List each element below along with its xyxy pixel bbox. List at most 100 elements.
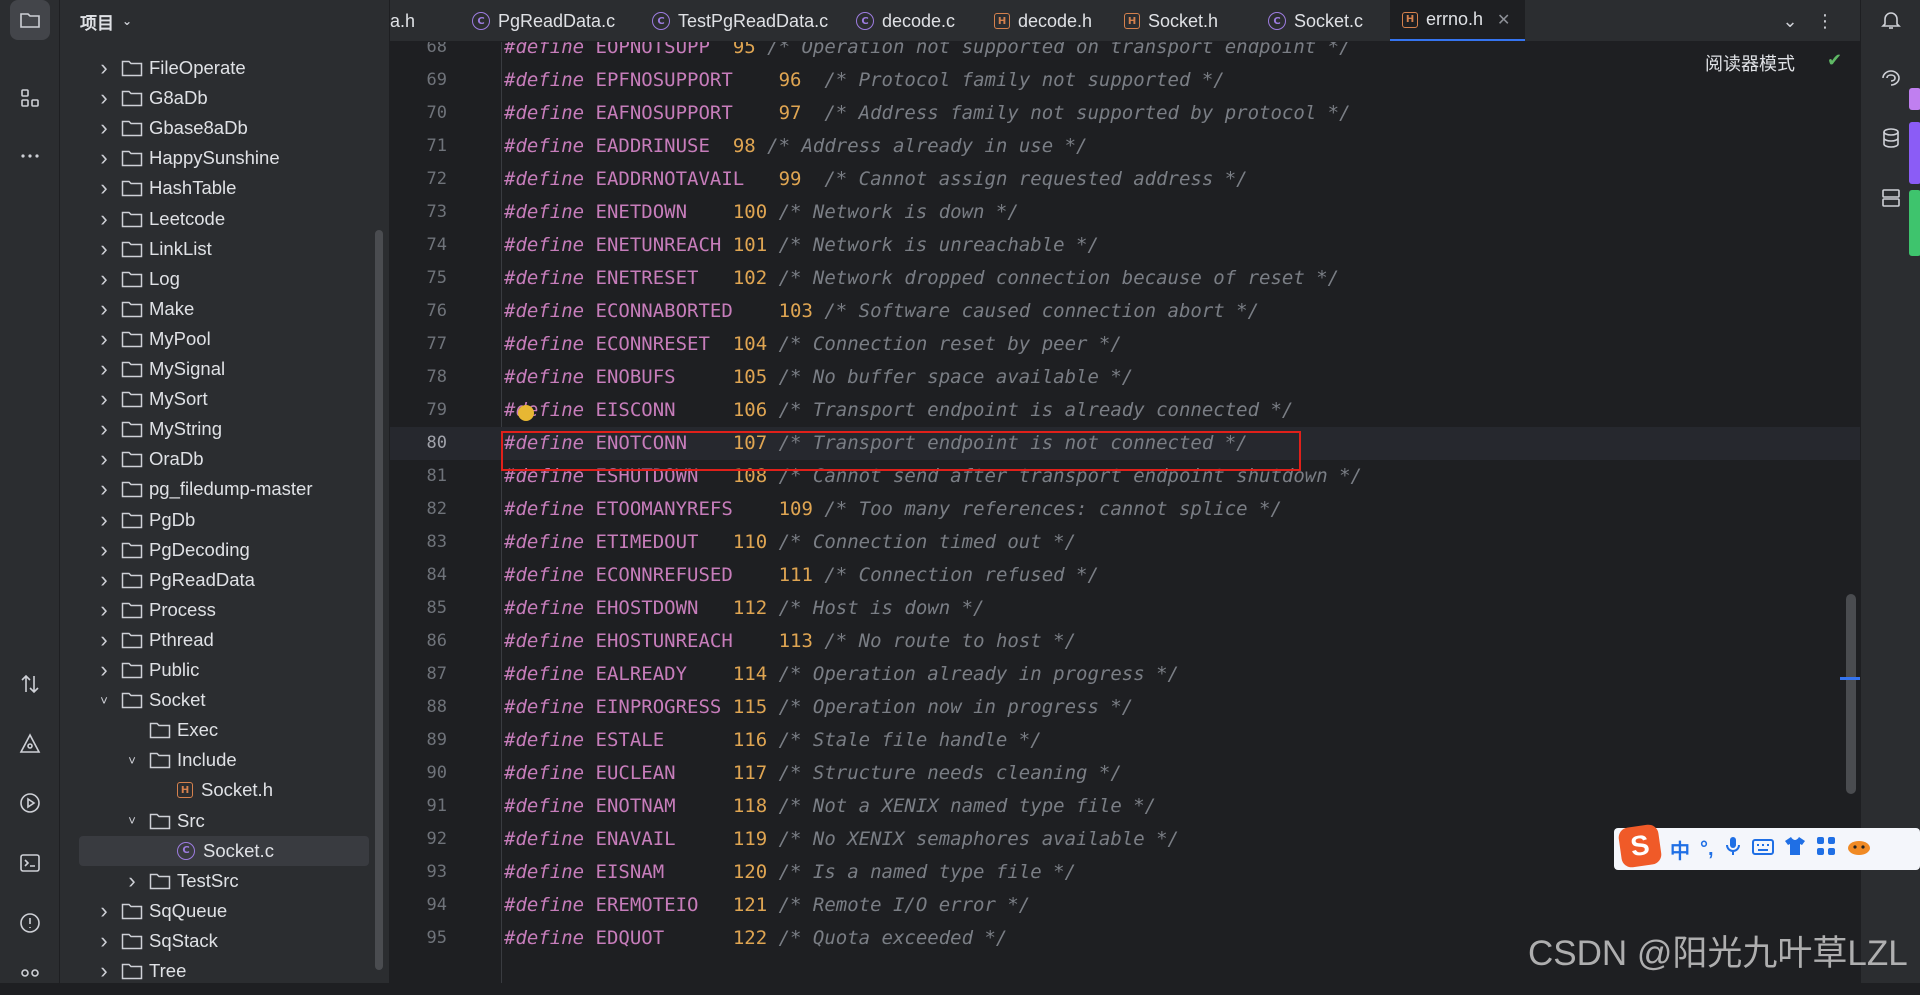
chevron-right-icon[interactable]: › (97, 296, 111, 321)
chevron-right-icon[interactable]: › (97, 115, 111, 140)
intention-bulb-icon[interactable] (518, 405, 534, 421)
code-line[interactable]: 75 #define ENETRESET 102 /* Network dropp… (390, 262, 1860, 295)
chevron-right-icon[interactable]: › (97, 145, 111, 170)
tab-list-chevron-icon[interactable]: ⌄ (1775, 6, 1805, 36)
tree-item[interactable]: H Socket.h (60, 775, 380, 805)
pet-icon[interactable] (1846, 836, 1872, 862)
code-line[interactable]: 84 #define ECONNREFUSED 111 /* Connection… (390, 559, 1860, 592)
build-icon[interactable] (10, 724, 50, 764)
tree-item[interactable]: › HappySunshine (60, 143, 380, 173)
tree-item[interactable]: ˅ Socket (60, 685, 380, 715)
code-line[interactable]: 77 #define ECONNRESET 104 /* Connection r… (390, 328, 1860, 361)
tree-item[interactable]: Exec (60, 715, 380, 745)
chevron-right-icon[interactable]: › (97, 386, 111, 411)
code-line[interactable]: 70 #define EAFNOSUPPORT 97 /* Address fam… (390, 97, 1860, 130)
chevron-right-icon[interactable]: › (97, 928, 111, 953)
tree-item[interactable]: › MyString (60, 414, 380, 444)
chevron-right-icon[interactable]: › (97, 446, 111, 471)
ai-assistant-icon[interactable] (1875, 62, 1907, 94)
code-line[interactable]: 69 #define EPFNOSUPPORT 96 /* Protocol fa… (390, 64, 1860, 97)
editor-tab[interactable]: a.h (390, 0, 460, 41)
services-icon[interactable] (10, 955, 50, 995)
project-panel-header[interactable]: 项目 ⌄ (60, 0, 389, 42)
chevron-right-icon[interactable]: › (97, 567, 111, 592)
code-line[interactable]: 74 #define ENETUNREACH 101 /* Network is … (390, 229, 1860, 262)
tree-item[interactable]: › G8aDb (60, 83, 380, 113)
code-line[interactable]: 76 #define ECONNABORTED 103 /* Software c… (390, 295, 1860, 328)
tree-item[interactable]: ˅ Include (60, 745, 380, 775)
tree-item[interactable]: › SqStack (60, 926, 380, 956)
chevron-right-icon[interactable]: › (97, 416, 111, 441)
chevron-right-icon[interactable]: › (97, 356, 111, 381)
code-line[interactable]: 91 #define ENOTNAM 118 /* Not a XENIX nam… (390, 790, 1860, 823)
tree-item[interactable]: › Process (60, 595, 380, 625)
chevron-down-icon[interactable]: ˅ (97, 693, 111, 708)
code-line[interactable]: 78 #define ENOBUFS 105 /* No buffer space… (390, 361, 1860, 394)
keyboard-icon[interactable] (1751, 838, 1774, 861)
chevron-right-icon[interactable]: › (97, 627, 111, 652)
terminal-icon[interactable] (10, 843, 50, 883)
chevron-right-icon[interactable]: › (97, 236, 111, 261)
chevron-right-icon[interactable]: › (97, 55, 111, 80)
code-line[interactable]: 87 #define EALREADY 114 /* Operation alre… (390, 658, 1860, 691)
tree-item[interactable]: › MySort (60, 384, 380, 414)
more-options-icon[interactable]: ⋮ (1810, 6, 1840, 36)
editor-tab[interactable]: Herrno.h ✕ (1390, 0, 1525, 41)
code-line[interactable]: 79 #define EISCONN 106 /* Transport endpo… (390, 394, 1860, 427)
close-tab-icon[interactable]: ✕ (1497, 10, 1510, 30)
chevron-right-icon[interactable]: › (97, 898, 111, 923)
tree-item[interactable]: › Tree (60, 956, 380, 983)
code-line[interactable]: 89 #define ESTALE 116 /* Stale file handl… (390, 724, 1860, 757)
tree-item[interactable]: › Leetcode (60, 204, 380, 234)
code-line[interactable]: 72 #define EADDRNOTAVAIL 99 /* Cannot ass… (390, 163, 1860, 196)
apps-icon[interactable] (1816, 836, 1836, 862)
run-icon[interactable] (10, 783, 50, 823)
reader-mode-button[interactable]: 阅读器模式 (1705, 50, 1795, 76)
code-line[interactable]: 82 #define ETOOMANYREFS 109 /* Too many r… (390, 493, 1860, 526)
problems-icon[interactable] (10, 903, 50, 943)
code-line[interactable]: 73 #define ENETDOWN 100 /* Network is dow… (390, 196, 1860, 229)
tree-item[interactable]: › Log (60, 264, 380, 294)
chevron-right-icon[interactable]: › (97, 476, 111, 501)
tree-item[interactable]: › FileOperate (60, 53, 380, 83)
chevron-down-icon[interactable]: ˅ (125, 753, 139, 768)
code-line[interactable]: 68 #define EOPNOTSUPP 95 /* Operation not… (390, 42, 1860, 64)
chevron-right-icon[interactable]: › (97, 266, 111, 291)
mic-icon[interactable] (1724, 836, 1742, 862)
code-line[interactable]: 94 #define EREMOTEIO 121 /* Remote I/O er… (390, 889, 1860, 922)
structure-icon[interactable] (10, 78, 50, 118)
shirt-icon[interactable] (1784, 836, 1806, 862)
code-line[interactable]: 85 #define EHOSTDOWN 112 /* Host is down … (390, 592, 1860, 625)
editor-tab[interactable]: C PgReadData.c (460, 0, 642, 41)
chevron-right-icon[interactable]: › (97, 657, 111, 682)
chevron-down-icon[interactable]: ˅ (125, 813, 139, 828)
tree-item[interactable]: › PgDecoding (60, 535, 380, 565)
editor-scrollbar[interactable] (1846, 594, 1856, 794)
tree-item[interactable]: › SqQueue (60, 896, 380, 926)
code-line[interactable]: 83 #define ETIMEDOUT 110 /* Connection ti… (390, 526, 1860, 559)
tree-item[interactable]: ˅ Src (60, 806, 380, 836)
notifications-bell-icon[interactable] (1875, 4, 1907, 36)
sogou-logo-icon[interactable]: S (1617, 823, 1663, 869)
tree-item[interactable]: › Make (60, 294, 380, 324)
ime-toolbar[interactable]: S 中 °, (1614, 823, 1920, 870)
tree-item[interactable]: › HashTable (60, 173, 380, 203)
more-tools-icon[interactable] (10, 136, 50, 176)
editor-tab[interactable]: H Socket.h (1112, 0, 1254, 41)
editor-tab[interactable]: Cdecode.c (844, 0, 986, 41)
project-scrollbar[interactable] (375, 230, 383, 970)
server-icon[interactable] (1875, 182, 1907, 214)
tree-item[interactable]: › OraDb (60, 444, 380, 474)
editor-tab[interactable]: C TestPgReadData.c (640, 0, 852, 41)
tree-item[interactable]: › pg_filedump-master (60, 474, 380, 504)
vcs-commit-icon[interactable] (10, 664, 50, 704)
tree-item[interactable]: › Gbase8aDb (60, 113, 380, 143)
tree-item[interactable]: › LinkList (60, 234, 380, 264)
code-line[interactable]: 86 #define EHOSTUNREACH 113 /* No route t… (390, 625, 1860, 658)
tree-item[interactable]: › PgReadData (60, 565, 380, 595)
tree-item[interactable]: › MySignal (60, 354, 380, 384)
code-line[interactable]: 90 #define EUCLEAN 117 /* Structure needs… (390, 757, 1860, 790)
editor-tab[interactable]: C Socket.c (1256, 0, 1388, 41)
tree-item[interactable]: › TestSrc (60, 866, 380, 896)
chevron-right-icon[interactable]: › (97, 958, 111, 983)
